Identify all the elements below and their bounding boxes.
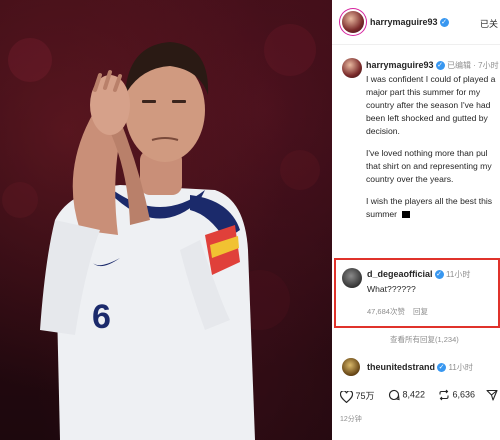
comment-time: 11小时 xyxy=(446,270,471,279)
verified-badge-icon: ✓ xyxy=(434,270,444,280)
second-comment-header: theunitedstrand ✓ 11小时 xyxy=(367,362,473,373)
like-action[interactable]: 75万 xyxy=(339,389,375,403)
header-username-row[interactable]: harrymaguire93 ✓ xyxy=(370,17,449,28)
repost-icon xyxy=(439,389,449,401)
second-comment-avatar[interactable] xyxy=(342,358,360,376)
caption-line: decision. xyxy=(366,126,400,136)
send-icon xyxy=(486,389,498,401)
comment-action[interactable]: 8,422 xyxy=(388,389,425,401)
player-photo: 6 xyxy=(0,0,332,440)
post-actions: 75万 8,422 6,636 xyxy=(332,385,500,409)
caption-username[interactable]: harrymaguire93 xyxy=(366,60,434,70)
black-square-emoji-icon xyxy=(402,211,411,219)
caption-last-line: summer xyxy=(366,209,398,219)
caption-line: country after the season I've had xyxy=(366,100,491,110)
verified-badge-icon: ✓ xyxy=(437,363,447,373)
post-header: harrymaguire93 ✓ 已关 xyxy=(332,0,500,45)
comment-meta: 47,684次赞 回复 xyxy=(367,306,428,317)
repost-action[interactable]: 6,636 xyxy=(438,389,475,401)
caption-line: major part this summer for my xyxy=(366,87,481,97)
caption-line: been left shocked and gutted by xyxy=(366,113,488,123)
shirt-number: 6 xyxy=(92,298,111,336)
comment-text: What?????? xyxy=(367,284,416,294)
caption-line: summer xyxy=(366,209,411,219)
caption-line: country over the years. xyxy=(366,174,454,184)
caption-meta: 已编辑 · 7小时 xyxy=(447,61,499,70)
reply-button[interactable]: 回复 xyxy=(413,307,428,316)
heart-icon xyxy=(339,389,354,403)
verified-badge-icon: ✓ xyxy=(435,61,445,71)
caption-line: I wish the players all the best this xyxy=(366,196,493,206)
caption-header: harrymaguire93 ✓ 已编辑 · 7小时 xyxy=(366,60,499,71)
second-comment-time: 11小时 xyxy=(448,363,473,372)
caption-line: I've loved nothing more than pul xyxy=(366,148,488,158)
player-illustration: 6 xyxy=(2,24,320,440)
caption-avatar[interactable] xyxy=(342,58,362,78)
comment-header: d_degeaofficial ✓ 11小时 xyxy=(367,269,470,280)
second-comment-username[interactable]: theunitedstrand xyxy=(367,362,435,372)
instagram-post: harrymaguire93 ✓ 已关 harrymaguire93 ✓ 已编辑 ·… xyxy=(332,0,500,440)
share-action[interactable] xyxy=(486,389,498,401)
caption-line: that shirt on and representing my xyxy=(366,161,492,171)
comment-avatar[interactable] xyxy=(342,268,362,288)
verified-badge-icon: ✓ xyxy=(439,18,449,28)
comment-bubble-icon xyxy=(388,390,400,401)
reposts-count: 6,636 xyxy=(452,389,476,400)
comment-likes: 47,684次赞 xyxy=(367,307,405,316)
comment-username[interactable]: d_degeaofficial xyxy=(367,269,433,279)
follow-status-button[interactable]: 已关 xyxy=(480,17,498,30)
comments-count: 8,422 xyxy=(402,389,426,400)
caption-line: I was confident I could of played a xyxy=(366,74,496,84)
view-replies-link[interactable]: 查看所有回复(1,234) xyxy=(390,334,459,345)
profile-avatar[interactable] xyxy=(342,11,364,33)
post-date: 12分钟 xyxy=(340,416,362,423)
likes-count: 75万 xyxy=(355,391,375,401)
header-username[interactable]: harrymaguire93 xyxy=(370,17,438,27)
